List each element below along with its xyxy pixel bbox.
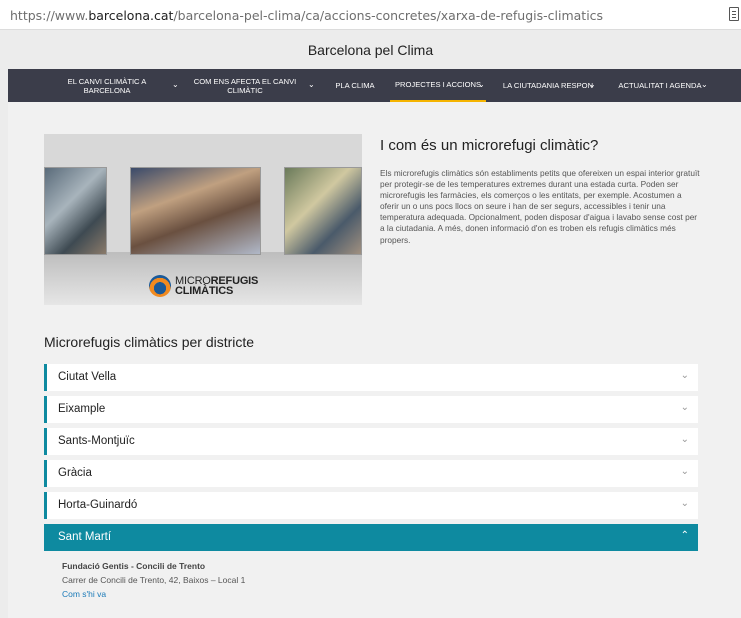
sant-marti-detail: Fundació Gentis - Concili de Trento Carr…: [62, 561, 662, 599]
page-content: MICROREFUGIS CLIMÀTICS I com és un micro…: [8, 102, 741, 618]
chevron-down-icon: ⌄: [701, 80, 708, 89]
site-title[interactable]: Barcelona pel Clima: [0, 31, 741, 69]
chevron-down-icon: ⌄: [589, 80, 596, 89]
district-label: Sants-Montjuïc: [58, 435, 135, 447]
chevron-up-icon: ⌃: [680, 530, 689, 541]
chevron-down-icon: ⌄: [478, 80, 485, 89]
intro-text: Els microrefugis climàtics són establime…: [380, 168, 700, 245]
microrefugis-logo-icon: [149, 275, 171, 297]
district-accordion-sants-montjuic[interactable]: Sants-Montjuïc ⌄: [44, 428, 698, 455]
how-to-get-there-link[interactable]: Com s'hi va: [62, 589, 662, 599]
nav-item-ciutadania[interactable]: LA CIUTADANIA RESPON ⌄: [498, 69, 598, 102]
url-domain: barcelona.cat: [88, 8, 174, 23]
shop-photo: [44, 167, 107, 255]
nav-item-projectes[interactable]: PROJECTES I ACCIONS ⌄: [390, 69, 486, 102]
chevron-down-icon: ⌄: [680, 498, 689, 509]
nav-item-pla-clima[interactable]: PLA CLIMA: [330, 69, 380, 102]
chevron-down-icon: ⌄: [680, 434, 689, 445]
district-accordion-horta-guinardo[interactable]: Horta-Guinardó ⌄: [44, 492, 698, 519]
chevron-down-icon: ⌄: [680, 466, 689, 477]
chevron-down-icon: ⌄: [308, 80, 315, 89]
districts-title: Microrefugis climàtics per districte: [44, 334, 255, 350]
nav-item-com-ens-afecta[interactable]: COM ENS AFECTA EL CANVI CLIMÀTIC ⌄: [192, 69, 315, 102]
district-label: Ciutat Vella: [58, 371, 117, 383]
district-label: Horta-Guinardó: [58, 499, 138, 511]
intro-title: I com és un microrefugi climàtic?: [380, 137, 599, 154]
district-label: Sant Martí: [58, 531, 112, 543]
district-label: Eixample: [58, 403, 106, 415]
district-accordion-sant-marti[interactable]: Sant Martí ⌃: [44, 524, 698, 551]
chevron-down-icon: ⌄: [680, 370, 689, 381]
browser-address-bar[interactable]: https://www.barcelona.cat/barcelona-pel-…: [0, 0, 741, 30]
district-accordion-eixample[interactable]: Eixample ⌄: [44, 396, 698, 423]
district-accordion-ciutat-vella[interactable]: Ciutat Vella ⌄: [44, 364, 698, 391]
microrefugi-name: Fundació Gentis - Concili de Trento: [62, 561, 206, 571]
reader-view-icon[interactable]: [729, 7, 739, 21]
microrefugis-hero-image: MICROREFUGIS CLIMÀTICS: [44, 134, 362, 305]
market-photo: [130, 167, 261, 255]
district-accordion-gracia[interactable]: Gràcia ⌄: [44, 460, 698, 487]
nav-item-canvi-climatic[interactable]: EL CANVI CLIMÀTIC A BARCELONA ⌄: [60, 69, 179, 102]
street-photo: [284, 167, 362, 255]
chevron-down-icon: ⌄: [680, 402, 689, 413]
district-label: Gràcia: [58, 467, 92, 479]
microrefugi-address: Carrer de Concili de Trento, 42, Baixos …: [62, 575, 246, 585]
main-nav: EL CANVI CLIMÀTIC A BARCELONA ⌄ COM ENS …: [8, 69, 741, 102]
nav-item-actualitat[interactable]: ACTUALITAT I AGENDA ⌄: [612, 69, 708, 102]
url-text[interactable]: https://www.barcelona.cat/barcelona-pel-…: [10, 8, 603, 23]
microrefugis-logo-text: MICROREFUGIS CLIMÀTICS: [175, 275, 259, 297]
chevron-down-icon: ⌄: [172, 80, 179, 89]
